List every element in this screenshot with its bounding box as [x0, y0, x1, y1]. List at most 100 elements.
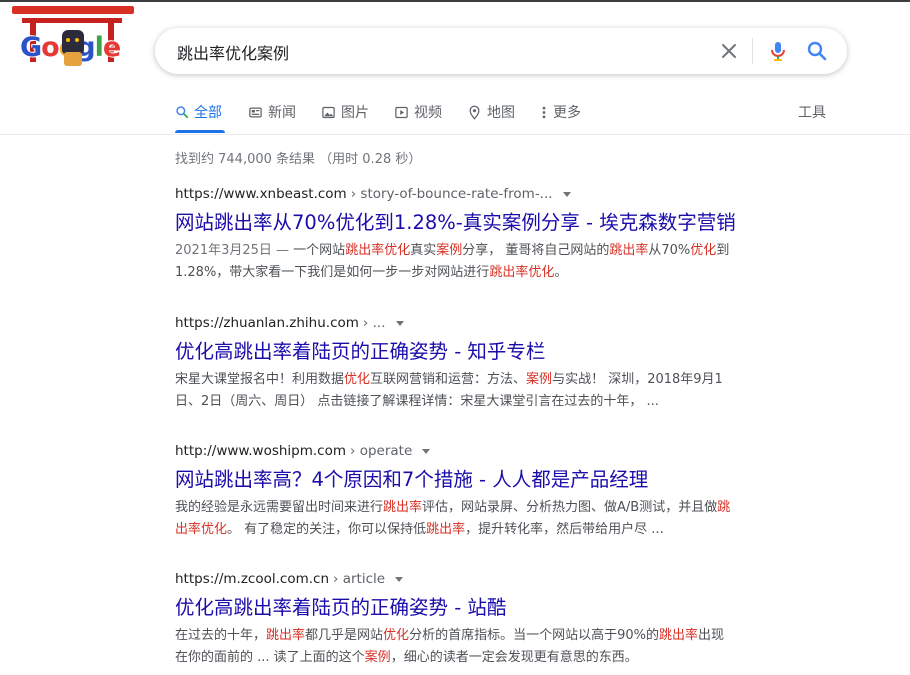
keyword-highlight: 跳出率	[266, 628, 306, 643]
result-url[interactable]: https://www.xnbeast.com	[175, 186, 347, 202]
result-stats: 找到约 744,000 条结果 （用时 0.28 秒）	[175, 152, 422, 167]
result-url[interactable]: http://www.woshipm.com	[175, 443, 346, 459]
window-top-border	[0, 0, 910, 2]
chevron-down-icon[interactable]	[395, 576, 404, 582]
snippet-text: 评估，网站录屏、分析热力图、做A/B测试，并且做	[422, 500, 718, 515]
keyword-highlight: 跳出率	[426, 522, 466, 537]
microphone-icon[interactable]	[766, 39, 790, 63]
snippet-text: ，细心的读者一定会发现更有意思的东西。	[390, 650, 638, 665]
snippet-text: 与实战！ 深圳，2018年9月1	[552, 372, 723, 387]
tabs-divider	[0, 134, 910, 135]
snippet-text: ，提升转化率，然后带给用户尽 ...	[465, 522, 664, 537]
tab-label: 更多	[553, 105, 581, 121]
snippet-text: 在你的面前的 ... 读了上面的这个	[175, 650, 365, 665]
snippet-text: 一个网站	[293, 243, 346, 258]
search-box[interactable]: 跳出率优化案例	[155, 28, 847, 74]
torii-gate-beam	[22, 18, 122, 23]
snippet-text: 宋星大课堂报名中！利用数据	[175, 372, 345, 387]
keyword-highlight: 跳出率	[658, 628, 698, 643]
snippet-line: 宋星大课堂报名中！利用数据优化互联网营销和运营：方法、案例与实战！ 深圳，201…	[175, 369, 795, 391]
keyword-highlight: 跳出率	[383, 500, 423, 515]
result-cite: https://m.zcool.com.cn › article	[175, 569, 795, 589]
search-result: https://m.zcool.com.cn › article 优化高跳出率着…	[175, 569, 795, 669]
keyword-highlight: 优化	[690, 243, 717, 258]
snippet-text: 真实	[410, 243, 437, 258]
result-title-link[interactable]: 网站跳出率从70%优化到1.28%-真实案例分享 - 埃克森数字营销	[175, 210, 795, 236]
tab-all[interactable]: 全部	[175, 102, 222, 122]
snippet-line: 2021年3月25日 — 一个网站跳出率优化真实案例分享， 董哥将自己网站的跳出…	[175, 240, 795, 262]
keyword-highlight: 案例	[364, 650, 391, 665]
result-path: › article	[333, 571, 386, 587]
keyword-highlight: 优化	[344, 372, 371, 387]
tab-videos[interactable]: 视频	[394, 102, 442, 122]
snippet-text: 出现	[697, 628, 724, 643]
image-icon	[322, 106, 335, 118]
keyword-highlight: 跳出率优化	[345, 243, 411, 258]
snippet-line: 1.28%，带大家看一下我们是如何一步一步对网站进行跳出率优化。	[175, 262, 795, 284]
tools-button[interactable]: 工具	[798, 102, 826, 122]
keyword-highlight: 出率优化	[175, 522, 228, 537]
tab-label: 新闻	[268, 105, 296, 121]
tab-images[interactable]: 图片	[321, 102, 369, 122]
clear-icon[interactable]	[717, 39, 741, 63]
result-cite: http://www.woshipm.com › operate	[175, 441, 795, 461]
result-url[interactable]: https://m.zcool.com.cn	[175, 571, 329, 587]
more-icon	[542, 106, 546, 118]
snippet-text: 分享， 董哥将自己网站的	[462, 243, 610, 258]
snippet-text: 在过去的十年，	[175, 628, 267, 643]
snippet-text: 。	[554, 265, 568, 280]
snippet-text: 互联网营销和运营：方法、	[370, 372, 527, 387]
chevron-down-icon[interactable]	[422, 448, 431, 454]
snippet-line: 出率优化。 有了稳定的关注，你可以保持低跳出率，提升转化率，然后带给用户尽 ..…	[175, 519, 795, 541]
search-separator	[752, 38, 753, 64]
keyword-highlight: 案例	[526, 372, 553, 387]
result-url[interactable]: https://zhuanlan.zhihu.com	[175, 315, 359, 331]
snippet-text: 我的经验是永远需要留出时间来进行	[175, 500, 384, 515]
result-title-link[interactable]: 优化高跳出率着陆页的正确姿势 - 知乎专栏	[175, 339, 795, 365]
snippet-text: 日、2日（周六、周日） 点击链接了解课程详情：宋星大课堂引言在过去的十年， ..…	[175, 394, 659, 409]
result-title-link[interactable]: 网站跳出率高？4个原因和7个措施 - 人人都是产品经理	[175, 467, 795, 493]
result-snippet: 在过去的十年，跳出率都几乎是网站优化分析的首席指标。当一个网站以高于90%的跳出…	[175, 625, 795, 669]
keyword-highlight: 跳出率优化	[489, 265, 555, 280]
result-snippet: 2021年3月25日 — 一个网站跳出率优化真实案例分享， 董哥将自己网站的跳出…	[175, 240, 795, 284]
chevron-down-icon[interactable]	[395, 320, 404, 326]
result-path: › story-of-bounce-rate-from-...	[350, 186, 553, 202]
google-doodle-logo[interactable]: Google	[12, 4, 134, 76]
result-snippet: 宋星大课堂报名中！利用数据优化互联网营销和运营：方法、案例与实战！ 深圳，201…	[175, 369, 795, 413]
doodle-cat-figure	[62, 30, 84, 54]
search-submit-icon[interactable]	[805, 39, 829, 63]
snippet-text: 1.28%，带大家看一下我们是如何一步一步对网站进行	[175, 265, 490, 280]
search-tabs: 全部 新闻 图片 视频 地图 更多 工具	[0, 92, 910, 134]
snippet-line: 在你的面前的 ... 读了上面的这个案例，细心的读者一定会发现更有意思的东西。	[175, 647, 795, 669]
tab-label: 全部	[194, 105, 222, 121]
snippet-text: 。 有了稳定的关注，你可以保持低	[227, 522, 427, 537]
keyword-highlight: 优化	[383, 628, 410, 643]
torii-gate-top	[12, 6, 134, 14]
tab-label: 图片	[341, 105, 369, 121]
keyword-highlight: 跳	[717, 500, 731, 515]
result-path: › operate	[350, 443, 413, 459]
snippet-text: 分析的首席指标。当一个网站以高于90%的	[409, 628, 659, 643]
tab-label: 地图	[487, 105, 515, 121]
search-result: https://zhuanlan.zhihu.com › ... 优化高跳出率着…	[175, 313, 795, 413]
search-icon	[176, 106, 189, 119]
result-snippet: 我的经验是永远需要留出时间来进行跳出率评估，网站录屏、分析热力图、做A/B测试，…	[175, 497, 795, 541]
result-cite: https://zhuanlan.zhihu.com › ...	[175, 313, 795, 333]
tab-news[interactable]: 新闻	[248, 102, 296, 122]
tab-maps[interactable]: 地图	[467, 102, 515, 122]
snippet-text: 从70%	[648, 243, 691, 258]
result-title-link[interactable]: 优化高跳出率着陆页的正确姿势 - 站酷	[175, 595, 795, 621]
doodle-cat-body	[64, 52, 82, 66]
tab-label: 视频	[414, 105, 442, 121]
result-path: › ...	[362, 315, 386, 331]
snippet-line: 我的经验是永远需要留出时间来进行跳出率评估，网站录屏、分析热力图、做A/B测试，…	[175, 497, 795, 519]
snippet-text: 到	[716, 243, 730, 258]
result-date: 2021年3月25日 —	[175, 243, 294, 258]
tab-more[interactable]: 更多	[540, 102, 581, 122]
search-result: http://www.woshipm.com › operate 网站跳出率高？…	[175, 441, 795, 541]
news-icon	[249, 107, 262, 117]
search-input[interactable]: 跳出率优化案例	[177, 40, 289, 64]
snippet-line: 日、2日（周六、周日） 点击链接了解课程详情：宋星大课堂引言在过去的十年， ..…	[175, 391, 795, 413]
map-pin-icon	[469, 105, 480, 120]
chevron-down-icon[interactable]	[562, 191, 571, 197]
